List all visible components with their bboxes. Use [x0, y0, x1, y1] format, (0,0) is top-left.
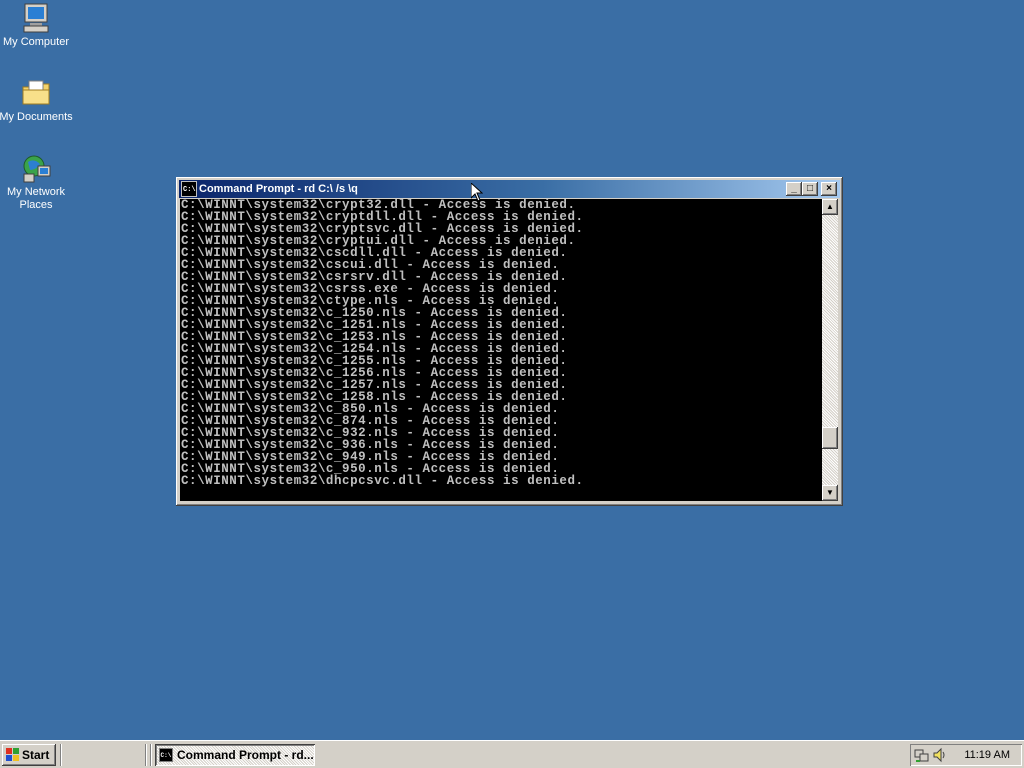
command-prompt-icon: C:\ [159, 748, 173, 762]
close-button[interactable]: × [821, 182, 837, 196]
start-button[interactable]: Start [2, 744, 56, 766]
minimize-button[interactable]: _ [786, 182, 802, 196]
taskbar-separator [60, 744, 62, 766]
volume-tray-icon[interactable] [932, 747, 948, 763]
desktop-icon-label: My Network Places [6, 186, 66, 211]
taskbar-separator [145, 744, 147, 766]
desktop-icon-my-network-places[interactable]: My Network Places [0, 152, 74, 212]
desktop-icon-my-computer[interactable]: My Computer [0, 2, 74, 49]
desktop-icon-label: My Computer [2, 36, 70, 48]
svg-text:C:\: C:\ [183, 186, 196, 194]
console-lines: C:\WINNT\system32\crypt32.dll - Access i… [181, 199, 584, 487]
svg-text:C:\: C:\ [161, 752, 172, 759]
taskbar: Start C:\ Command Prompt - rd... 11:19 A… [0, 740, 1024, 768]
taskbar-button-command-prompt[interactable]: C:\ Command Prompt - rd... [155, 744, 315, 766]
desktop-icon-label: My Documents [0, 111, 73, 123]
scroll-up-button[interactable]: ▲ [822, 199, 838, 215]
desktop-icon-my-documents[interactable]: My Documents [0, 77, 74, 124]
console-output[interactable]: C:\WINNT\system32\crypt32.dll - Access i… [180, 199, 822, 501]
network-places-icon [23, 155, 51, 183]
computer-icon [23, 3, 49, 33]
taskbar-separator [150, 744, 152, 766]
command-prompt-icon: C:\ [181, 181, 197, 197]
clock[interactable]: 11:19 AM [964, 744, 1010, 766]
system-tray: 11:19 AM [910, 744, 1022, 766]
window-title: Command Prompt - rd C:\ /s \q [199, 183, 358, 195]
network-tray-icon[interactable] [914, 747, 930, 763]
windows-logo-icon [6, 748, 19, 761]
console-line: C:\WINNT\system32\dhcpcsvc.dll - Access … [181, 474, 584, 488]
maximize-button[interactable]: □ [802, 182, 818, 196]
mouse-cursor-icon [471, 183, 483, 202]
scroll-down-button[interactable]: ▼ [822, 485, 838, 501]
command-prompt-window[interactable]: C:\ Command Prompt - rd C:\ /s \q _ □ × … [176, 177, 843, 506]
start-label: Start [22, 748, 50, 762]
taskbar-button-label: Command Prompt - rd... [177, 748, 314, 762]
window-titlebar[interactable]: C:\ Command Prompt - rd C:\ /s \q _ □ × [179, 180, 840, 198]
scrollbar-thumb[interactable] [822, 427, 838, 449]
vertical-scrollbar[interactable]: ▲ ▼ [822, 199, 838, 501]
folder-documents-icon [22, 80, 50, 105]
